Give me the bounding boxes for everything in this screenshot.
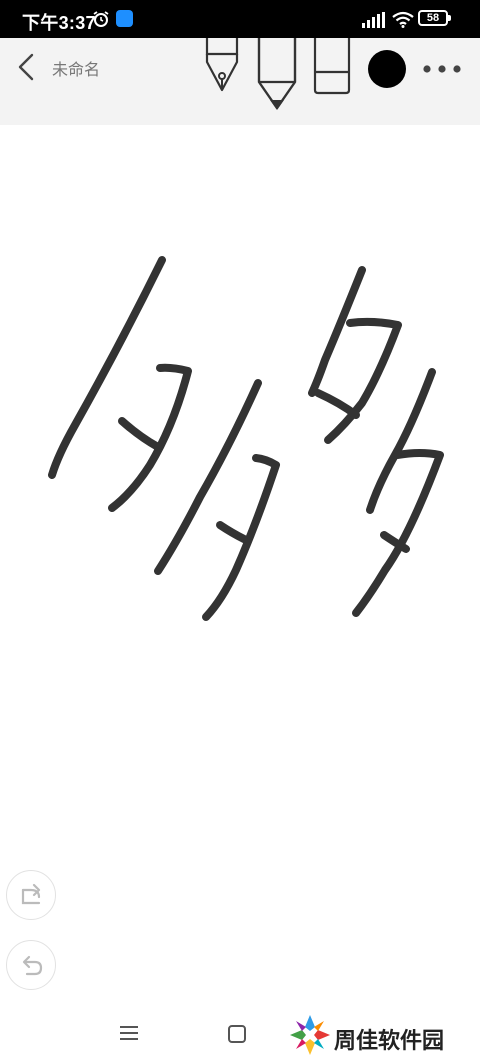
wifi-icon — [392, 11, 414, 28]
handwritten-strokes — [48, 256, 444, 621]
undo-button[interactable] — [6, 940, 56, 990]
watermark-text: 周佳软件园 — [334, 1029, 445, 1054]
redo-icon — [21, 883, 41, 905]
fountain-pen-icon[interactable] — [202, 38, 242, 98]
app-notification-icon — [116, 10, 133, 27]
hd-signal-icon — [362, 12, 385, 28]
drawing-canvas[interactable] — [0, 125, 480, 1005]
status-time: 下午3:37 — [22, 13, 96, 33]
navigation-bar: 周佳软件园 — [0, 1005, 480, 1059]
undo-icon — [22, 955, 43, 976]
redo-button[interactable] — [6, 870, 56, 920]
menu-icon[interactable] — [118, 1025, 140, 1041]
watermark: 周佳软件园 — [288, 1013, 444, 1062]
watermark-logo-icon — [290, 1015, 330, 1055]
eraser-icon[interactable] — [312, 38, 352, 96]
status-bar: 下午3:37 58 — [0, 0, 480, 38]
color-picker-button[interactable] — [368, 50, 406, 88]
toolbar: 未命名 — [0, 38, 480, 125]
battery-icon: 58 — [418, 10, 451, 26]
marker-pen-icon[interactable] — [256, 38, 298, 112]
more-dots-icon[interactable] — [422, 62, 462, 76]
home-icon[interactable] — [228, 1025, 246, 1043]
alarm-icon — [93, 11, 109, 27]
chevron-left-icon[interactable] — [14, 52, 40, 82]
document-title[interactable]: 未命名 — [52, 56, 100, 80]
